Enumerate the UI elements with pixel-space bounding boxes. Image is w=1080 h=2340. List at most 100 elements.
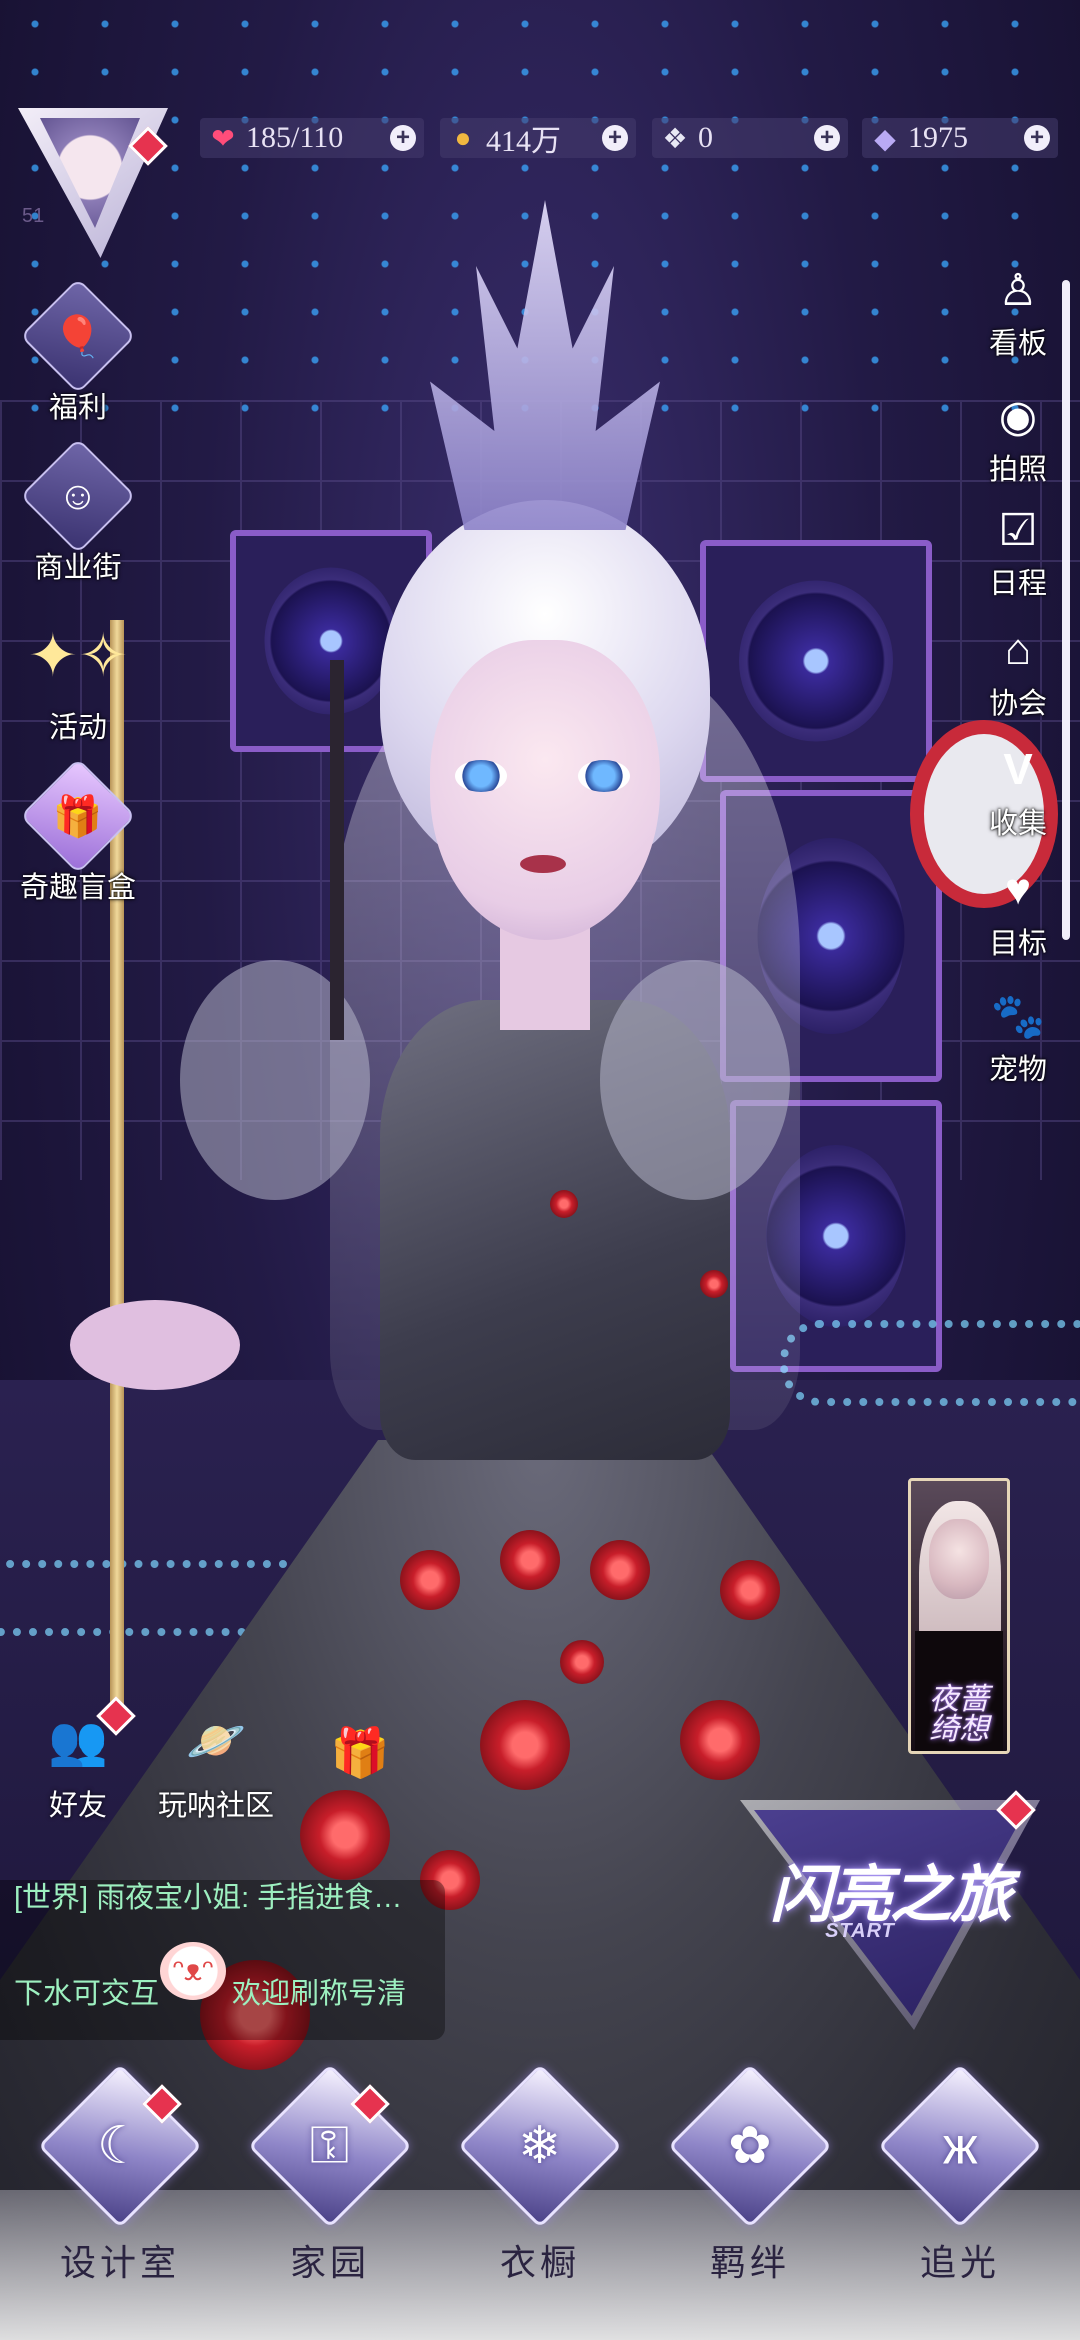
nav-label: 追光	[919, 2243, 1000, 2283]
hot-air-balloon-icon: 🎈	[53, 314, 103, 359]
v-badge-icon: V	[1003, 745, 1033, 794]
clover-icon: ✿	[728, 2116, 772, 2175]
player-level: 51	[22, 205, 45, 227]
add-diamonds-button[interactable]: +	[1024, 125, 1050, 151]
nav-label: 家园	[289, 2243, 370, 2283]
key-icon: ⚿	[310, 2116, 350, 2175]
skirt-rose	[680, 1700, 760, 1780]
skirt-rose	[400, 1550, 460, 1610]
character-eye	[455, 760, 507, 792]
add-crystal-button[interactable]: +	[814, 125, 840, 151]
icon-frame: ❄	[457, 2063, 623, 2229]
skirt-rose	[590, 1540, 650, 1600]
character-hand	[70, 1300, 240, 1390]
coins-value: 414万	[486, 125, 561, 158]
menu-label: 收集	[988, 808, 1047, 840]
resource-crystal[interactable]: ❖ 0 +	[652, 118, 848, 158]
skirt-rose	[720, 1560, 780, 1620]
gold-coin-icon: ●	[454, 122, 472, 153]
crystal-value: 0	[698, 121, 713, 154]
menu-label: 目标	[988, 928, 1047, 960]
menu-label: 看板	[988, 328, 1047, 360]
nav-label: 羁绊	[709, 2243, 790, 2283]
shopping-bag-icon: ☺	[57, 473, 99, 518]
social-label: 玩呐社区	[158, 1790, 275, 1822]
community-button[interactable]: 🪐 玩呐社区	[158, 1700, 274, 1824]
gift-button[interactable]: 🎁	[310, 1712, 410, 1792]
skirt-rose	[560, 1640, 604, 1684]
event-banner-card[interactable]: 夜蔷绮想	[908, 1478, 1010, 1754]
nav-design-studio[interactable]: ☾ 设计室	[37, 2063, 203, 2286]
camera-icon: ◉	[998, 391, 1038, 441]
paw-icon: 🐾	[990, 992, 1046, 1041]
snowflake-icon: ❄	[518, 2116, 562, 2175]
nav-label: 衣橱	[499, 2243, 580, 2283]
menu-label: 宠物	[988, 1054, 1047, 1086]
guild-building-icon: ⌂	[1004, 625, 1032, 674]
add-coins-button[interactable]: +	[602, 125, 628, 151]
menu-board[interactable]: ♙ 看板	[968, 262, 1068, 362]
icon-frame: 🎈	[20, 278, 136, 394]
start-journey-button[interactable]: 闪亮之旅 START	[740, 1790, 1040, 2030]
bodice-rose	[550, 1190, 578, 1218]
menu-events[interactable]: ✦✧ 活动	[18, 610, 138, 746]
diamond-icon: ◆	[874, 122, 896, 154]
gift-box-icon-wrap: 🎁	[20, 758, 136, 874]
chat-message: [世界] 雨夜宝小姐: 手指进食…	[14, 1882, 403, 1914]
add-stamina-button[interactable]: +	[390, 125, 416, 151]
nav-wardrobe[interactable]: ❄ 衣橱	[457, 2063, 623, 2286]
heart-medal-icon: ♥	[1004, 865, 1032, 914]
crescent-moon-icon: ☾	[96, 2117, 144, 2175]
chat-message: 欢迎刷称号清	[232, 1978, 407, 2010]
menu-guild[interactable]: ⌂ 协会	[968, 622, 1068, 722]
nav-home[interactable]: ⚿ 家园	[247, 2063, 413, 2286]
character-lips	[520, 855, 566, 873]
resource-stamina[interactable]: ❤ 185/110 +	[200, 118, 424, 158]
mannequin-icon: ♙	[998, 265, 1038, 315]
white-crystal-icon: ❖	[662, 122, 688, 154]
calendar-check-icon: ☑	[998, 505, 1038, 555]
heart-gem-icon: ❤	[211, 122, 235, 154]
banner-character-face	[929, 1519, 989, 1599]
icon-frame: ✿	[667, 2063, 833, 2229]
icon-frame: 🎁	[20, 758, 136, 874]
gift-icon: 🎁	[330, 1726, 390, 1780]
planet-heart-icon: 🪐	[186, 1714, 246, 1768]
nav-label: 设计室	[59, 2243, 180, 2283]
butterfly-icon: ж	[942, 2116, 978, 2175]
resource-diamonds[interactable]: ◆ 1975 +	[862, 118, 1058, 158]
menu-welfare[interactable]: 🎈 福利	[18, 278, 138, 426]
menu-label: 活动	[48, 712, 107, 744]
hot-air-balloon-icon-wrap: 🎈	[20, 278, 136, 394]
icon-frame: ж	[877, 2063, 1043, 2229]
cat-emoji-icon: ᵔᴥᵔ	[160, 1942, 226, 2000]
social-label: 好友	[48, 1790, 107, 1822]
start-journey-subtitle: START	[825, 1920, 895, 1942]
character-sleeve	[600, 960, 790, 1200]
skirt-rose	[500, 1530, 560, 1590]
world-chat-panel[interactable]: [世界] 雨夜宝小姐: 手指进食… 下水可交互 ᵔᴥᵔ 欢迎刷称号清	[0, 1880, 445, 2040]
menu-goal[interactable]: ♥ 目标	[968, 862, 1068, 962]
menu-pet[interactable]: 🐾 宠物	[968, 988, 1068, 1088]
menu-blind-box[interactable]: 🎁 奇趣盲盒	[8, 758, 148, 906]
banner-title: 夜蔷绮想	[929, 1682, 989, 1747]
menu-schedule[interactable]: ☑ 日程	[968, 502, 1068, 602]
icon-frame: ⚿	[247, 2063, 413, 2229]
character-face	[430, 640, 660, 940]
nav-chase-light[interactable]: ж 追光	[877, 2063, 1043, 2286]
stamina-value: 185/110	[246, 121, 344, 154]
light-strip	[780, 1320, 1080, 1406]
menu-label: 协会	[988, 688, 1047, 720]
diamonds-value: 1975	[908, 121, 968, 154]
chat-message: 下水可交互	[14, 1978, 160, 2010]
skirt-rose	[480, 1700, 570, 1790]
menu-photo[interactable]: ◉ 拍照	[968, 388, 1068, 488]
skirt-rose	[300, 1790, 390, 1880]
bodice-rose	[700, 1270, 728, 1298]
menu-label: 拍照	[988, 454, 1047, 486]
nav-bonds[interactable]: ✿ 羁绊	[667, 2063, 833, 2286]
menu-shopping-street[interactable]: ☺ 商业街	[18, 438, 138, 586]
icon-frame: ☾	[37, 2063, 203, 2229]
resource-coins[interactable]: ● 414万 +	[440, 118, 636, 158]
menu-collect[interactable]: V 收集	[968, 742, 1068, 842]
